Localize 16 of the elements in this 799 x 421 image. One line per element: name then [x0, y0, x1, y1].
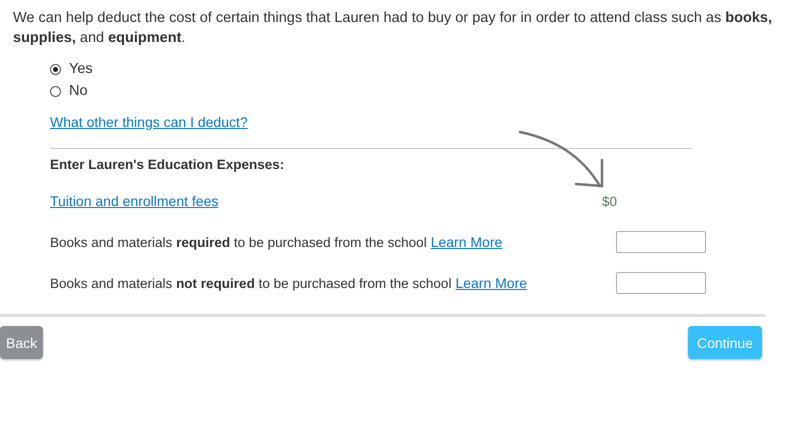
radio-button[interactable] — [50, 86, 61, 96]
radio-label: No — [69, 83, 88, 99]
intro-text: We can help deduct the cost of certain things that Lauren had to buy or pay for in order to attend class such as books, supplies, and equipment. — [13, 9, 774, 48]
back-button[interactable]: Back — [0, 326, 44, 359]
expense-label: Books and materials not required to be purchased from the school — [50, 276, 452, 290]
radio-label: Yes — [69, 61, 93, 77]
amount-field[interactable] — [616, 231, 706, 253]
learn-more-link[interactable]: Learn More — [455, 275, 528, 291]
learn-more-link[interactable]: Learn More — [430, 234, 502, 250]
section-heading: Enter Lauren's Education Expenses: — [50, 157, 286, 172]
expense-amount: $0 — [602, 194, 618, 208]
expense-link[interactable]: Tuition and enrollment fees — [50, 193, 218, 209]
help-link[interactable]: What other things can I deduct? — [50, 114, 248, 130]
expense-label: Books and materials required to be purchased from the school — [50, 234, 427, 250]
amount-field[interactable] — [616, 272, 706, 294]
radio-button[interactable] — [50, 64, 61, 74]
